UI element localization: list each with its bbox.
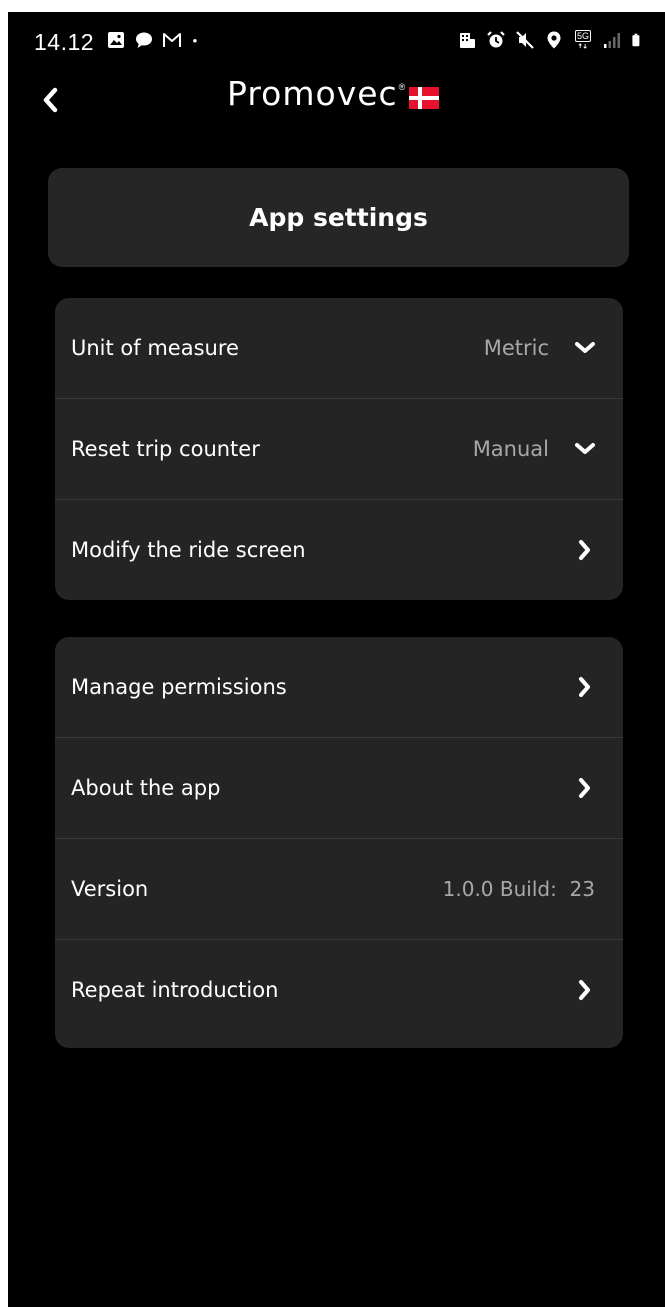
promovec-logo: Promovec ® <box>227 74 440 113</box>
settings-group-app: Manage permissions About the app Version… <box>55 637 623 1048</box>
more-dot-icon <box>193 38 197 43</box>
status-notification-icons <box>106 30 204 50</box>
signal-icon <box>604 33 620 48</box>
chevron-down-icon <box>573 437 597 461</box>
logo-registered-mark: ® <box>398 82 406 92</box>
page-title-card: App settings <box>48 168 629 267</box>
chevron-left-icon <box>43 87 58 113</box>
app-screen: 14.12 5G Promovec ® App settings Unit of… <box>8 12 665 1307</box>
modify-ride-screen-label: Modify the ride screen <box>71 538 306 562</box>
manage-permissions-label: Manage permissions <box>71 675 287 699</box>
battery-icon <box>632 33 640 47</box>
settings-group-general: Unit of measure Metric Reset trip counte… <box>55 298 623 600</box>
back-button[interactable] <box>30 80 70 120</box>
danish-flag-icon <box>409 87 440 109</box>
version-row: Version 1.0.0 Build: 23 <box>55 839 623 940</box>
gallery-icon <box>108 32 124 48</box>
status-system-icons: 5G <box>457 30 645 50</box>
unit-of-measure-row[interactable]: Unit of measure Metric <box>55 298 623 399</box>
about-app-label: About the app <box>71 776 221 800</box>
network-5g-icon: 5G <box>573 30 593 50</box>
repeat-introduction-label: Repeat introduction <box>71 978 279 1002</box>
app-header: Promovec ® <box>8 70 665 130</box>
manage-permissions-row[interactable]: Manage permissions <box>55 637 623 738</box>
status-time: 14.12 <box>34 29 95 55</box>
chevron-right-icon <box>573 538 597 562</box>
data-arrows-icon <box>578 43 587 49</box>
gmail-icon <box>163 33 181 47</box>
chevron-right-icon <box>573 776 597 800</box>
chevron-right-icon <box>573 675 597 699</box>
chevron-down-icon <box>573 336 597 360</box>
status-bar: 14.12 5G <box>8 12 665 70</box>
page-title: App settings <box>249 203 428 232</box>
chat-bubble-icon <box>136 32 152 48</box>
about-app-row[interactable]: About the app <box>55 738 623 839</box>
version-value: 1.0.0 Build: 23 <box>442 877 595 901</box>
reset-trip-counter-value: Manual <box>472 437 549 461</box>
location-icon <box>547 31 561 49</box>
reset-trip-counter-label: Reset trip counter <box>71 437 260 461</box>
unit-of-measure-value: Metric <box>483 336 549 360</box>
version-label: Version <box>71 877 149 901</box>
building-icon <box>460 33 475 48</box>
modify-ride-screen-row[interactable]: Modify the ride screen <box>55 500 623 600</box>
reset-trip-counter-row[interactable]: Reset trip counter Manual <box>55 399 623 500</box>
network-label: 5G <box>574 30 591 42</box>
chevron-right-icon <box>573 978 597 1002</box>
repeat-introduction-row[interactable]: Repeat introduction <box>55 940 623 1040</box>
mute-icon <box>516 31 534 49</box>
logo-text: Promovec <box>227 74 398 113</box>
unit-of-measure-label: Unit of measure <box>71 336 239 360</box>
alarm-icon <box>487 31 505 48</box>
